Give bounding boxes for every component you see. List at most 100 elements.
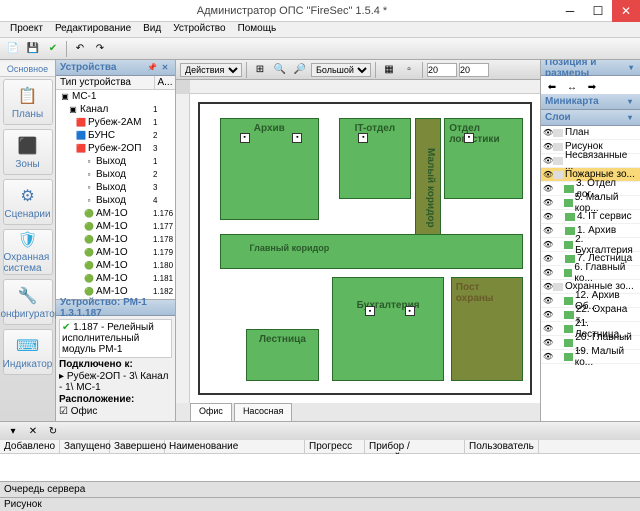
minimap-header: Миникарта▾ xyxy=(541,94,640,110)
status-queue: Очередь сервера xyxy=(4,484,85,495)
menu-item[interactable]: Редактирование xyxy=(49,22,137,37)
room-stair[interactable]: Лестница xyxy=(246,329,319,381)
nav-scenarios[interactable]: ⚙Сценарии xyxy=(3,179,53,225)
zoomin-icon[interactable]: 🔍 xyxy=(271,61,289,79)
tree-row[interactable]: 🟥Рубеж-2ОП3 xyxy=(56,142,175,155)
nav-indicator[interactable]: ⌨Индикатор xyxy=(3,329,53,375)
zoomout-icon[interactable]: 🔎 xyxy=(291,61,309,79)
align-right-icon[interactable]: ➡ xyxy=(583,78,601,94)
refresh-icon[interactable]: ↻ xyxy=(44,422,62,440)
statusbar: Очередь сервера xyxy=(0,481,640,497)
delete-icon[interactable]: ✕ xyxy=(24,422,42,440)
undo-icon[interactable]: ↶ xyxy=(71,40,89,58)
menu-item[interactable]: Помощь xyxy=(232,22,283,37)
filter-icon[interactable]: ▾ xyxy=(4,422,22,440)
close-button[interactable]: ✕ xyxy=(612,0,640,22)
right-panels: Позиция и размеры▾ ⬅ ↔ ➡ Миникарта▾ Слои… xyxy=(540,60,640,421)
tree-row[interactable]: 🟢АМ-1О1.181 xyxy=(56,272,175,285)
fit-icon[interactable]: ⊞ xyxy=(251,61,269,79)
minimize-button[interactable]: ─ xyxy=(556,0,584,22)
device-marker[interactable]: ▪ xyxy=(464,133,474,143)
layer-row[interactable]: 👁19. Малый ко... xyxy=(541,350,640,364)
maximize-button[interactable]: ☐ xyxy=(584,0,612,22)
room-accounting[interactable]: Бухгалтерия xyxy=(332,277,444,381)
tree-row[interactable]: ▫Выход4 xyxy=(56,194,175,207)
main-corridor-label: Главный коридор xyxy=(250,243,330,253)
nav-zones[interactable]: ⬛Зоны xyxy=(3,129,53,175)
nav-plans[interactable]: 📋Планы xyxy=(3,79,53,125)
canvas-tabs: Офис Насосная xyxy=(176,403,540,421)
room-archive[interactable]: Архив xyxy=(220,118,319,219)
bottom-columns: Добавлено Запущено Завершено Наименовани… xyxy=(0,440,640,454)
tree-row[interactable]: ▫Выход3 xyxy=(56,181,175,194)
zoom-select[interactable]: Большой xyxy=(311,63,371,77)
wrench-icon: 🔧 xyxy=(17,285,39,307)
layer-row[interactable]: 👁2. Бухгалтерия xyxy=(541,238,640,252)
room-guard[interactable]: Пост охраны xyxy=(451,277,524,381)
action-select[interactable]: Действия xyxy=(180,63,242,77)
redo-icon[interactable]: ↷ xyxy=(91,40,109,58)
tree-row[interactable]: 🟢АМ-1О1.177 xyxy=(56,220,175,233)
layer-row[interactable]: 👁План xyxy=(541,126,640,140)
window-title: Администратор ОПС "FireSec" 1.5.4 * xyxy=(28,5,556,17)
device-marker[interactable]: ▪ xyxy=(365,306,375,316)
collapse-icon[interactable]: ▾ xyxy=(624,112,636,124)
tree-row[interactable]: 🟥Рубеж-2АМ1 xyxy=(56,116,175,129)
grid-y-input[interactable] xyxy=(459,63,489,77)
layer-row[interactable]: 👁5. Малый кор... xyxy=(541,196,640,210)
panel-pin-icon[interactable]: 📌 xyxy=(146,62,158,74)
menu-item[interactable]: Проект xyxy=(4,22,49,37)
device-marker[interactable]: ▪ xyxy=(405,306,415,316)
save-icon[interactable]: 💾 xyxy=(24,40,42,58)
layers-list[interactable]: 👁План👁Рисунок👁Несвязанные ...👁Пожарные з… xyxy=(541,126,640,421)
tree-row[interactable]: ▫Выход1 xyxy=(56,155,175,168)
devinfo-title: Устройство: РМ-1 1.3.1.187 xyxy=(56,300,175,316)
tree-header: Тип устройстваА... xyxy=(56,76,175,90)
align-left-icon[interactable]: ⬅ xyxy=(543,78,561,94)
grid-x-input[interactable] xyxy=(427,63,457,77)
tree-row[interactable]: 🟢АМ-1О1.179 xyxy=(56,246,175,259)
check-icon[interactable]: ✔ xyxy=(44,40,62,58)
collapse-icon[interactable]: ▾ xyxy=(624,96,636,108)
layer-row[interactable]: 👁6. Главный ко... xyxy=(541,266,640,280)
titlebar: Администратор ОПС "FireSec" 1.5.4 * ─ ☐ … xyxy=(0,0,640,22)
floor-plan[interactable]: Архив IT-отдел Отдел логистики Малый кор… xyxy=(190,94,540,403)
grid-icon[interactable]: ▦ xyxy=(380,61,398,79)
shield-icon: 🛡 xyxy=(17,230,39,250)
gear-icon: ⚙ xyxy=(17,185,39,207)
tree-row[interactable]: 🟢АМ-1О1.180 xyxy=(56,259,175,272)
panel-close-icon[interactable]: ✕ xyxy=(159,62,171,74)
layer-row[interactable]: 👁4. IT сервис xyxy=(541,210,640,224)
tree-row[interactable]: ▣Канал1 xyxy=(56,103,175,116)
tree-row[interactable]: 🟦БУНС2 xyxy=(56,129,175,142)
menu-item[interactable]: Вид xyxy=(137,22,167,37)
pos-size-header: Позиция и размеры▾ xyxy=(541,60,640,76)
layers-header: Слои▾ xyxy=(541,110,640,126)
collapse-icon[interactable]: ▾ xyxy=(626,62,636,74)
room-it[interactable]: IT-отдел xyxy=(339,118,412,199)
snap-icon[interactable]: ▫ xyxy=(400,61,418,79)
tree-row[interactable]: 🟢АМ-1О1.176 xyxy=(56,207,175,220)
tree-row[interactable]: 🟢АМ-1О1.178 xyxy=(56,233,175,246)
nav-config[interactable]: 🔧Конфигуратор xyxy=(3,279,53,325)
plans-icon: 📋 xyxy=(17,85,39,107)
layer-row[interactable]: 👁Несвязанные ... xyxy=(541,154,640,168)
nav-security[interactable]: 🛡Охранная система xyxy=(3,229,53,275)
menu-item[interactable]: Устройство xyxy=(167,22,231,37)
nav-header: Основное xyxy=(0,62,55,77)
keyboard-icon: ⌨ xyxy=(17,335,39,357)
tab-office[interactable]: Офис xyxy=(190,403,232,421)
device-marker[interactable]: ▪ xyxy=(240,133,250,143)
device-tree[interactable]: ▣MC-1▣Канал1🟥Рубеж-2АМ1🟦БУНС2🟥Рубеж-2ОП3… xyxy=(56,90,175,299)
tree-row[interactable]: ▣MC-1 xyxy=(56,90,175,103)
ruler-left xyxy=(176,94,190,403)
device-marker[interactable]: ▪ xyxy=(358,133,368,143)
new-icon[interactable]: 📄 xyxy=(4,40,22,58)
tree-row[interactable]: ▫Выход2 xyxy=(56,168,175,181)
room-logistics[interactable]: Отдел логистики xyxy=(444,118,523,199)
ruler-top xyxy=(190,80,540,94)
bottom-panel: ▾ ✕ ↻ Добавлено Запущено Завершено Наиме… xyxy=(0,421,640,481)
align-center-icon[interactable]: ↔ xyxy=(563,78,581,94)
tab-pump[interactable]: Насосная xyxy=(234,403,292,421)
device-marker[interactable]: ▪ xyxy=(292,133,302,143)
